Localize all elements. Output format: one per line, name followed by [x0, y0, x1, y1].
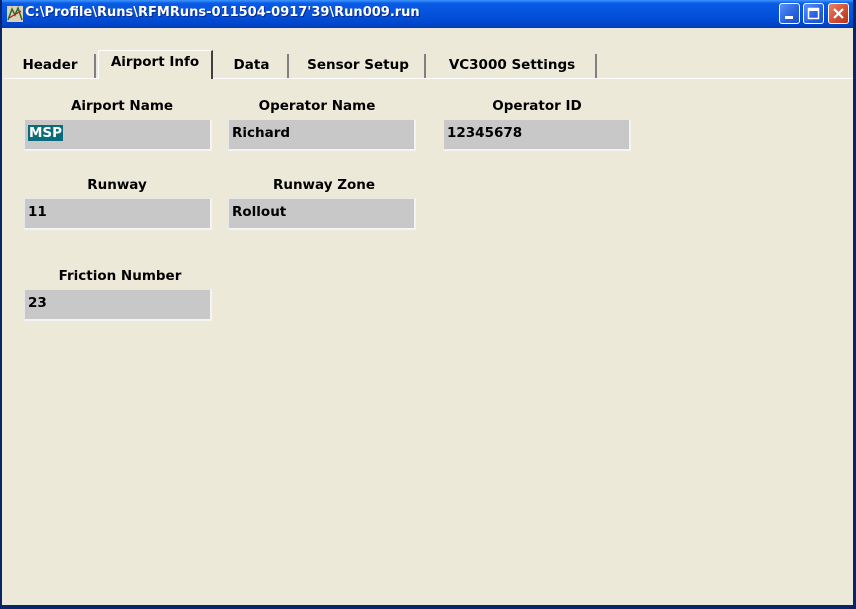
operator-id-label: Operator ID [492, 98, 582, 114]
close-button[interactable] [828, 3, 849, 24]
tab-data[interactable]: Data [216, 54, 289, 78]
title-bar[interactable]: C:\Profile\Runs\RFMRuns-011504-0917'39\R… [2, 0, 853, 28]
runway-label: Runway [87, 177, 147, 193]
operator-name-field[interactable]: Richard [228, 119, 416, 151]
tab-airport-info[interactable]: Airport Info [98, 50, 213, 79]
runway-zone-label: Runway Zone [272, 177, 376, 193]
maximize-icon [807, 7, 820, 20]
minimize-button[interactable] [779, 3, 800, 24]
airport-name-label: Airport Name [70, 98, 174, 114]
window-title: C:\Profile\Runs\RFMRuns-011504-0917'39\R… [25, 5, 420, 20]
close-icon [833, 8, 844, 19]
friction-number-label: Friction Number [58, 268, 182, 284]
airport-name-value: MSP [28, 125, 64, 141]
minimize-icon [785, 16, 793, 19]
app-icon[interactable] [7, 6, 23, 22]
maximize-button[interactable] [803, 3, 824, 24]
operator-id-field[interactable]: 12345678 [443, 119, 631, 151]
tab-baseline [4, 78, 98, 79]
airport-name-field[interactable]: MSP [24, 119, 212, 151]
tab-sensor-setup[interactable]: Sensor Setup [292, 54, 426, 78]
friction-number-field[interactable]: 23 [24, 289, 212, 321]
runway-field[interactable]: 11 [24, 198, 212, 230]
tab-baseline-right [213, 78, 853, 79]
runway-zone-field[interactable]: Rollout [228, 198, 416, 230]
tab-header[interactable]: Header [6, 54, 96, 78]
tab-vc3000-settings[interactable]: VC3000 Settings [429, 54, 597, 78]
operator-name-label: Operator Name [258, 98, 376, 114]
app-window: C:\Profile\Runs\RFMRuns-011504-0917'39\R… [0, 0, 856, 609]
